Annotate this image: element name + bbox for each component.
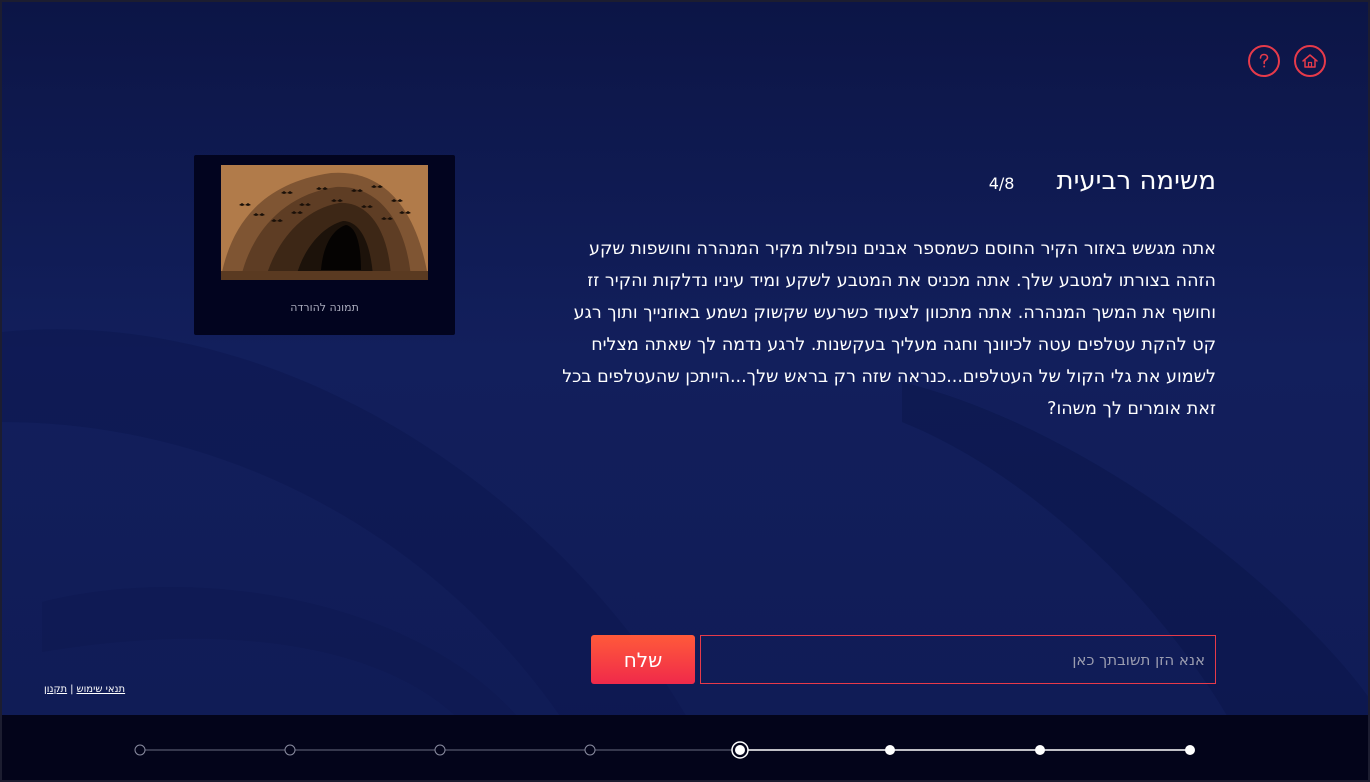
progress-step-6 xyxy=(434,744,446,756)
task-description: אתה מגשש באזור הקיר החוסם כשמספר אבנים נ… xyxy=(562,239,1216,419)
top-icon-bar xyxy=(1248,45,1326,77)
help-icon[interactable] xyxy=(1248,45,1280,77)
progress-step-2 xyxy=(1035,745,1045,755)
footer-links: תנאי שימוש | תקנון xyxy=(44,684,125,695)
rules-link[interactable]: תקנון xyxy=(44,684,67,695)
footer-separator: | xyxy=(70,684,74,695)
app-frame: תמונה להורדה משימה רביעית 4/8 אתה מגשש ב… xyxy=(0,0,1370,782)
progress-step-3 xyxy=(885,745,895,755)
send-button[interactable]: שלח xyxy=(591,635,695,684)
answer-input[interactable] xyxy=(700,635,1216,684)
terms-link[interactable]: תנאי שימוש xyxy=(77,684,126,695)
cave-bats-image xyxy=(221,165,428,280)
progress-track xyxy=(134,741,1195,759)
home-icon[interactable] xyxy=(1294,45,1326,77)
progress-step-4 xyxy=(731,741,749,759)
progress-step-7 xyxy=(284,744,296,756)
progress-step-5 xyxy=(584,744,596,756)
task-counter: 4/8 xyxy=(988,174,1015,193)
task-title: משימה רביעית xyxy=(1056,166,1216,196)
answer-row: שלח xyxy=(591,635,1216,684)
progress-step-8 xyxy=(134,744,146,756)
progress-step-1 xyxy=(1185,745,1195,755)
task-header: משימה רביעית 4/8 xyxy=(989,166,1216,196)
task-image-card[interactable]: תמונה להורדה xyxy=(194,155,455,335)
progress-bar xyxy=(2,715,1368,780)
image-download-caption[interactable]: תמונה להורדה xyxy=(194,301,455,314)
